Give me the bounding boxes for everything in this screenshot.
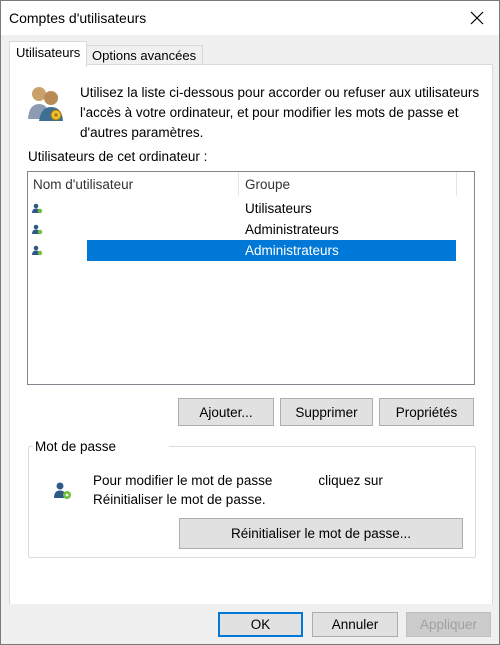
ok-button[interactable]: OK — [218, 612, 303, 637]
password-group: Mot de passe Pour modifier le mot de pas… — [28, 439, 476, 558]
password-text-line2: Réinitialiser le mot de passe. — [93, 492, 266, 507]
user-icon — [32, 245, 43, 256]
user-key-icon — [54, 482, 71, 499]
table-row[interactable]: Utilisateurs — [28, 198, 474, 219]
group-cell: Utilisateurs — [245, 201, 312, 216]
tab-advanced-options[interactable]: Options avancées — [85, 45, 204, 66]
password-text-line1: Pour modifier le mot de passe — [93, 473, 273, 488]
password-text-line1b: cliquez sur — [318, 473, 383, 488]
remove-user-button[interactable]: Supprimer — [280, 398, 373, 426]
users-tab-panel: Utilisez la liste ci-dessous pour accord… — [9, 64, 493, 606]
add-user-button[interactable]: Ajouter... — [178, 398, 274, 426]
info-text: Utilisez la liste ci-dessous pour accord… — [80, 85, 480, 140]
users-list-label: Utilisateurs de cet ordinateur : — [28, 149, 208, 164]
column-divider[interactable] — [238, 172, 239, 196]
close-icon — [470, 11, 484, 25]
cancel-button[interactable]: Annuler — [312, 612, 398, 637]
list-header: Nom d'utilisateur Groupe — [28, 172, 474, 196]
table-row[interactable]: Administrateurs — [28, 240, 474, 261]
window-title: Comptes d'utilisateurs — [9, 10, 147, 26]
group-cell: Administrateurs — [245, 222, 339, 237]
group-cell: Administrateurs — [245, 243, 339, 258]
tab-users[interactable]: Utilisateurs — [9, 41, 88, 67]
apply-button[interactable]: Appliquer — [406, 612, 491, 637]
password-instructions: Pour modifier le mot de passe cliquez sur… — [93, 471, 453, 509]
column-group[interactable]: Groupe — [245, 177, 290, 192]
properties-button[interactable]: Propriétés — [379, 398, 474, 426]
users-icon — [28, 87, 63, 121]
user-icon — [32, 203, 43, 214]
password-group-title: Mot de passe — [33, 439, 169, 454]
close-button[interactable] — [455, 1, 499, 35]
table-row[interactable]: Administrateurs — [28, 219, 474, 240]
user-accounts-dialog: Comptes d'utilisateurs Utilisateurs Opti… — [0, 0, 500, 645]
dialog-footer: OK Annuler Appliquer — [1, 604, 499, 644]
column-username[interactable]: Nom d'utilisateur — [33, 177, 133, 192]
reset-password-button[interactable]: Réinitialiser le mot de passe... — [179, 518, 463, 549]
users-list[interactable]: Nom d'utilisateur Groupe Utilisateurs Ad… — [27, 171, 475, 385]
column-divider[interactable] — [456, 172, 457, 196]
user-icon — [32, 224, 43, 235]
title-bar: Comptes d'utilisateurs — [1, 1, 499, 35]
